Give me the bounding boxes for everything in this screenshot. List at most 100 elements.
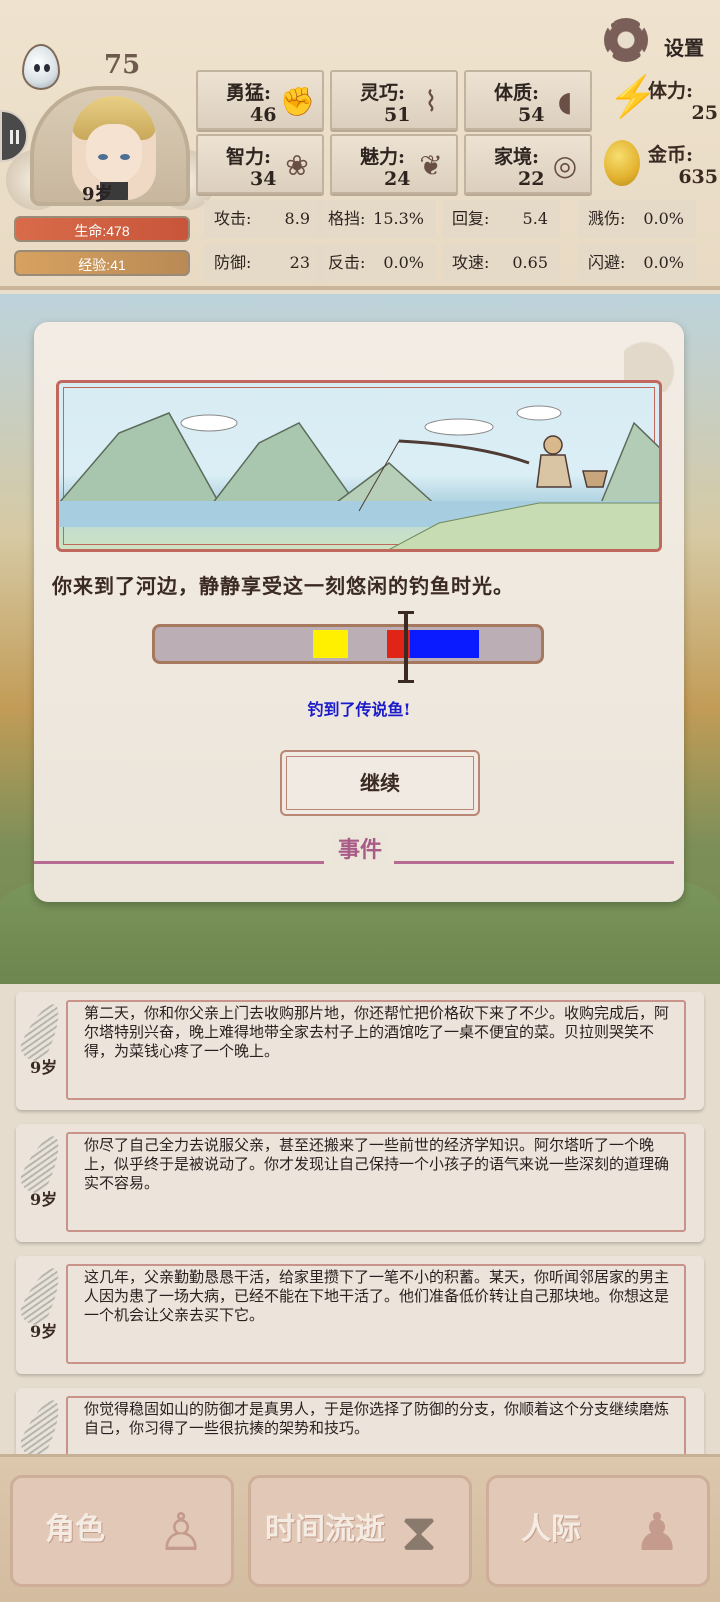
attr-value: 22 <box>518 168 545 190</box>
age-label: 9岁 <box>82 184 113 205</box>
stat-value: 0.0% <box>643 253 684 272</box>
list-item: 9岁 第二天，你和你父亲上门去收购那片地，你还帮忙把价格砍下来了不少。收购完成后… <box>16 992 704 1110</box>
attr-name: 魅力: <box>360 146 406 168</box>
attr-name: 勇猛: <box>226 82 272 104</box>
stat-value: 23 <box>289 253 310 272</box>
attr-card-charm[interactable]: 魅力: 24 ❦ <box>330 134 458 194</box>
event-description: 你来到了河边，静静享受这一刻悠闲的钓鱼时光。 <box>52 574 514 598</box>
log-text: 这几年，父亲勤勤恳恳干活，给家里攒下了一笔不小的积蓄。某天，你听闻邻居家的男主人… <box>84 1268 670 1324</box>
stat-value: 15.3% <box>373 209 424 228</box>
resource-gold: 金币: 635 <box>600 134 718 194</box>
stat-attack: 攻击: 8.9 <box>204 200 322 238</box>
fishing-meter[interactable] <box>152 611 544 683</box>
attr-card-family[interactable]: 家境: 22 ◎ <box>464 134 592 194</box>
stat-key: 攻速: <box>452 253 490 272</box>
meter-yellow-zone <box>313 630 348 658</box>
resource-value: 635 <box>678 166 718 188</box>
background-scene: 你来到了河边，静静享受这一刻悠闲的钓鱼时光。 钓到了传说鱼! 继续 事件 <box>0 294 720 984</box>
resource-name: 体力: <box>648 80 694 102</box>
stat-value: 5.4 <box>522 209 548 228</box>
resource-stamina: 体力: 25 <box>600 70 718 130</box>
nav-social-button[interactable]: 人际 ♟ <box>486 1475 710 1587</box>
attr-value: 54 <box>518 104 545 126</box>
resource-name: 金币: <box>648 144 694 166</box>
level-number: 75 <box>104 50 141 80</box>
meter-blue-zone <box>409 630 480 658</box>
attr-name: 体质: <box>494 82 540 104</box>
stat-value: 0.0% <box>643 209 684 228</box>
nav-time-pass-button[interactable]: 时间流逝 ⧗ <box>248 1475 472 1587</box>
log-text: 你尽了自己全力去说服父亲，甚至还搬来了一些前世的经济学知识。阿尔塔听了一个晚上，… <box>84 1136 670 1192</box>
fishing-scene-art <box>59 405 659 549</box>
stat-defense: 防御: 23 <box>204 244 322 282</box>
list-item: 9岁 你觉得稳固如山的防御才是真男人，于是你选择了防御的分支，你顺着这个分支继续… <box>16 1388 704 1454</box>
log-age: 9岁 <box>30 1322 58 1341</box>
fist-icon: ✊ <box>280 85 315 118</box>
status-panel: 75 9岁 生命:478 经验:41 勇猛: 46 ✊ 灵巧: 51 ⌇ 体质:… <box>0 0 720 290</box>
hourglass-icon: ⧗ <box>400 1503 438 1563</box>
stat-value: 0.65 <box>512 253 548 272</box>
event-log-list[interactable]: 9岁 第二天，你和你父亲上门去收购那片地，你还帮忙把价格砍下来了不少。收购完成后… <box>0 984 720 1454</box>
resource-value: 25 <box>691 102 718 124</box>
attr-value: 34 <box>250 168 277 190</box>
stat-splash: 溅伤: 0.0% <box>578 200 696 238</box>
avatar-eye-left <box>98 154 108 160</box>
avatar-eye-right <box>120 154 130 160</box>
attr-name: 灵巧: <box>360 82 406 104</box>
flower-icon: ❦ <box>419 149 443 182</box>
attr-name: 家境: <box>494 146 540 168</box>
log-text: 第二天，你和你父亲上门去收购那片地，你还帮忙把价格砍下来了不少。收购完成后，阿尔… <box>84 1004 670 1060</box>
gear-icon[interactable] <box>604 18 648 62</box>
event-section-label: 事件 <box>332 832 389 864</box>
attr-value: 46 <box>250 104 277 126</box>
continue-button[interactable]: 继续 <box>280 750 480 816</box>
brain-icon: ❀ <box>285 149 309 182</box>
character-icon: ♙ <box>157 1503 205 1563</box>
attr-value: 51 <box>384 104 411 126</box>
list-item: 9岁 这几年，父亲勤勤恳恳干活，给家里攒下了一笔不小的积蓄。某天，你听闻邻居家的… <box>16 1256 704 1374</box>
people-icon: ♟ <box>633 1503 681 1563</box>
attr-card-intelligence[interactable]: 智力: 34 ❀ <box>196 134 324 194</box>
divider-line-right <box>394 861 674 864</box>
stat-key: 回复: <box>452 209 490 228</box>
stat-block: 格挡: 15.3% <box>318 200 436 238</box>
stat-value: 8.9 <box>284 209 310 228</box>
stat-key: 防御: <box>214 253 252 272</box>
stat-counter: 反击: 0.0% <box>318 244 436 282</box>
stat-key: 闪避: <box>588 253 626 272</box>
fishing-illustration <box>56 380 662 552</box>
hand-coin-icon: ◎ <box>552 149 578 182</box>
divider-line-left <box>34 861 324 864</box>
nav-label: 角色 <box>45 1512 105 1547</box>
nav-label: 人际 <box>521 1512 581 1547</box>
stat-key: 反击: <box>328 253 366 272</box>
stat-value: 0.0% <box>383 253 424 272</box>
nav-character-button[interactable]: 角色 ♙ <box>10 1475 234 1587</box>
attr-value: 24 <box>384 168 411 190</box>
bottom-nav: 角色 ♙ 时间流逝 ⧗ 人际 ♟ <box>0 1454 720 1602</box>
stat-regen: 回复: 5.4 <box>442 200 560 238</box>
stat-key: 溅伤: <box>588 209 626 228</box>
fishing-result: 钓到了传说鱼! <box>307 700 411 719</box>
log-age: 9岁 <box>30 1190 58 1209</box>
event-scroll: 你来到了河边，静静享受这一刻悠闲的钓鱼时光。 钓到了传说鱼! 继续 事件 <box>34 322 694 902</box>
stat-attack-speed: 攻速: 0.65 <box>442 244 560 282</box>
attr-name: 智力: <box>226 146 272 168</box>
avatar-face <box>86 124 142 184</box>
log-age: 9岁 <box>30 1058 58 1077</box>
meter-marker <box>397 611 414 683</box>
stat-key: 攻击: <box>214 209 252 228</box>
muscle-icon: ◖ <box>557 85 573 118</box>
stat-dodge: 闪避: 0.0% <box>578 244 696 282</box>
attr-card-bravery[interactable]: 勇猛: 46 ✊ <box>196 70 324 130</box>
attr-card-agility[interactable]: 灵巧: 51 ⌇ <box>330 70 458 130</box>
hp-bar: 生命:478 <box>14 216 190 242</box>
log-text: 你觉得稳固如山的防御才是真男人，于是你选择了防御的分支，你顺着这个分支继续磨炼自… <box>84 1400 670 1437</box>
feather-icon <box>16 1394 68 1454</box>
nav-label: 时间流逝 <box>265 1512 385 1547</box>
cloth-icon: ⌇ <box>424 85 438 118</box>
stat-key: 格挡: <box>328 209 366 228</box>
settings-button[interactable]: 设置 <box>664 32 704 61</box>
ghost-icon <box>22 44 60 90</box>
attr-card-constitution[interactable]: 体质: 54 ◖ <box>464 70 592 130</box>
